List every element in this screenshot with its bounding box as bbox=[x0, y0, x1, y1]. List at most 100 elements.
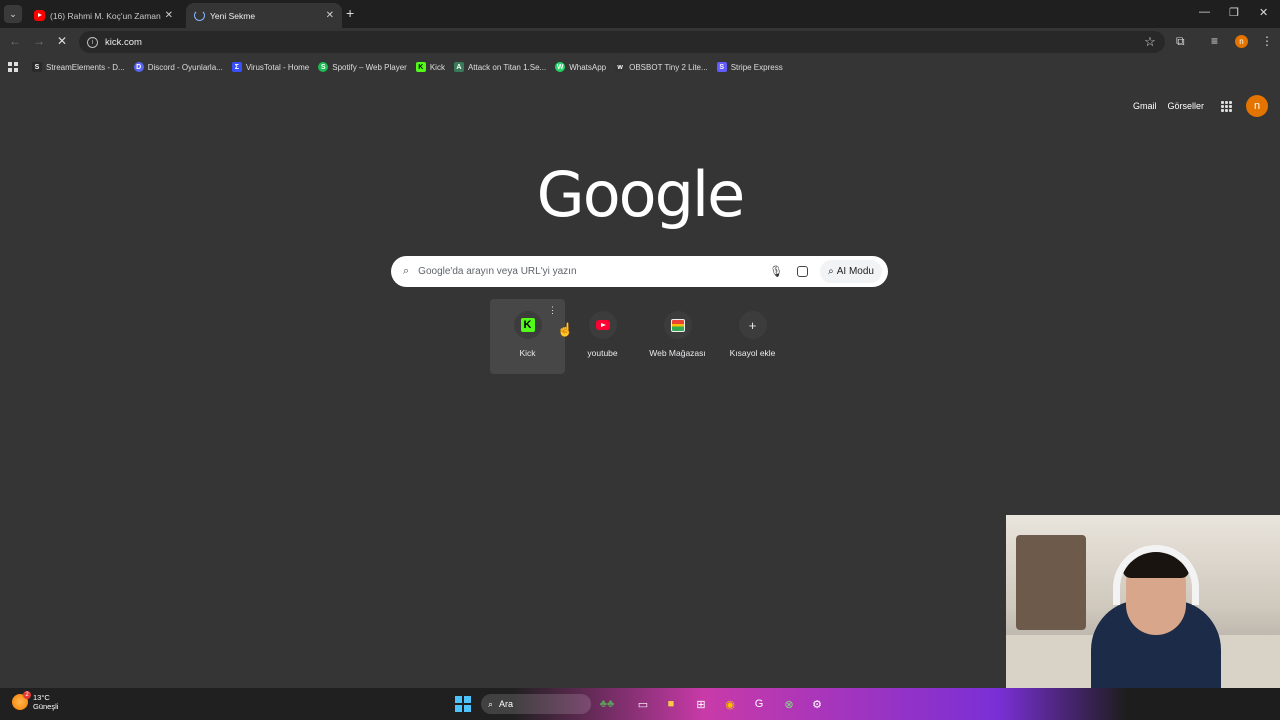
minimize-button[interactable]: — bbox=[1199, 6, 1210, 18]
steam-button[interactable]: ⚙ bbox=[808, 695, 826, 713]
taskbar-search-label: Ara bbox=[499, 699, 514, 709]
gmail-link[interactable]: Gmail bbox=[1133, 101, 1157, 111]
file-explorer-button[interactable]: ■ bbox=[662, 695, 680, 713]
apps-grid-icon[interactable] bbox=[8, 62, 18, 72]
whatsapp-icon: W bbox=[555, 62, 566, 72]
steam-icon: ⚙ bbox=[812, 698, 822, 711]
new-tab-button[interactable]: + bbox=[346, 6, 354, 20]
shortcut-add[interactable]: + Kısayol ekle bbox=[715, 299, 790, 374]
bookmark-spotify[interactable]: S Spotify – Web Player bbox=[318, 62, 407, 72]
profile-avatar[interactable]: n bbox=[1235, 35, 1248, 48]
bookmark-label: StreamElements - D... bbox=[46, 62, 125, 72]
tab-search-button[interactable]: ⌄ bbox=[4, 5, 22, 23]
bookmark-stripe[interactable]: S Stripe Express bbox=[716, 62, 783, 72]
shortcut-web-store[interactable]: Web Mağazası bbox=[640, 299, 715, 374]
close-icon[interactable]: ✕ bbox=[326, 10, 334, 21]
discord-icon: D bbox=[133, 62, 144, 72]
bookmark-streamelements[interactable]: S StreamElements - D... bbox=[32, 62, 125, 72]
tab-title: Yeni Sekme bbox=[210, 10, 256, 21]
shortcut-icon-circle bbox=[588, 311, 617, 339]
google-lens-icon[interactable] bbox=[797, 266, 809, 277]
bookmark-virustotal[interactable]: Σ VirusTotal - Home bbox=[231, 62, 310, 72]
shortcut-kick[interactable]: ⋮ K Kick bbox=[490, 299, 565, 374]
web-store-icon bbox=[670, 318, 685, 332]
bookmark-obsbot[interactable]: w OBSBOT Tiny 2 Lite... bbox=[615, 62, 708, 72]
taskbar-search[interactable]: ⌕ Ara bbox=[481, 694, 591, 714]
close-icon[interactable]: ✕ bbox=[165, 10, 173, 21]
chrome-button[interactable]: ◉ bbox=[721, 695, 739, 713]
ai-mode-label: AI Modu bbox=[836, 266, 874, 277]
logitech-icon: G bbox=[754, 698, 764, 710]
virustotal-icon: Σ bbox=[231, 62, 242, 72]
g-hub-button[interactable]: G bbox=[750, 695, 768, 713]
window-close-button[interactable]: ✕ bbox=[1259, 6, 1268, 19]
aot-icon: A bbox=[453, 62, 464, 72]
bookmark-attack-on-titan[interactable]: A Attack on Titan 1.Se... bbox=[453, 62, 547, 72]
taskbar-widgets[interactable]: ♣♣ bbox=[592, 695, 622, 713]
bookmark-label: VirusTotal - Home bbox=[245, 62, 310, 72]
bookmark-label: Spotify – Web Player bbox=[332, 62, 407, 72]
search-icon: ⌕ bbox=[488, 698, 494, 709]
back-button[interactable]: ← bbox=[9, 34, 21, 48]
bookmark-label: WhatsApp bbox=[569, 62, 607, 72]
search-input[interactable] bbox=[418, 266, 770, 277]
store-button[interactable]: ⊞ bbox=[692, 695, 710, 713]
bookmarks-bar: S StreamElements - D... D Discord - Oyun… bbox=[0, 57, 1280, 77]
bookmark-label: Kick bbox=[429, 62, 445, 72]
xbox-button[interactable]: ⊗ bbox=[780, 695, 798, 713]
kick-icon: K bbox=[415, 62, 426, 72]
shortcut-icon-circle: + bbox=[738, 311, 767, 339]
shortcut-icon-circle: K bbox=[513, 311, 542, 339]
omnibox[interactable]: i kick.com ☆ bbox=[79, 31, 1165, 53]
stripe-icon: S bbox=[716, 62, 727, 72]
bookmark-label: Attack on Titan 1.Se... bbox=[467, 62, 547, 72]
shortcut-label: Kick bbox=[519, 348, 536, 358]
bookmark-star-icon[interactable]: ☆ bbox=[1135, 34, 1165, 50]
weather-widget[interactable]: 2 13°C Güneşli bbox=[12, 691, 59, 711]
chevron-down-icon: ⌄ bbox=[9, 8, 17, 19]
shortcut-label: youtube bbox=[587, 348, 618, 358]
google-header: Gmail Görseller n bbox=[1133, 95, 1268, 117]
restore-button[interactable]: ❐ bbox=[1229, 6, 1239, 19]
store-icon: ⊞ bbox=[696, 698, 706, 711]
tab-youtube[interactable]: (16) Rahmi M. Koç'un Zamanı - ✕ bbox=[26, 3, 181, 28]
stop-loading-button[interactable]: ✕ bbox=[57, 34, 67, 48]
shortcut-label: Kısayol ekle bbox=[729, 348, 776, 358]
youtube-icon bbox=[595, 320, 610, 330]
search-box[interactable]: ⌕ 🎙 ⌕ AI Modu bbox=[391, 256, 888, 287]
kick-icon: K bbox=[520, 318, 535, 332]
forward-button[interactable]: → bbox=[33, 34, 45, 48]
microphone-icon[interactable]: 🎙 bbox=[769, 265, 783, 278]
trees-icon: ♣♣ bbox=[599, 698, 615, 710]
google-logo: Google bbox=[536, 158, 746, 231]
more-options-icon[interactable]: ⋮ bbox=[548, 305, 557, 316]
google-apps-icon[interactable] bbox=[1221, 100, 1232, 112]
site-info-icon[interactable]: i bbox=[87, 36, 98, 48]
ai-mode-button[interactable]: ⌕ AI Modu bbox=[820, 260, 882, 283]
streamelements-icon: S bbox=[32, 62, 42, 72]
menu-icon[interactable]: ⋮ bbox=[1261, 34, 1273, 48]
spotify-icon: S bbox=[318, 62, 329, 72]
omnibox-url: kick.com bbox=[105, 36, 142, 48]
task-view-icon: ▭ bbox=[637, 698, 649, 711]
folder-icon: ■ bbox=[667, 698, 675, 710]
tab-new-tab[interactable]: Yeni Sekme ✕ bbox=[186, 3, 342, 28]
account-avatar[interactable]: n bbox=[1246, 95, 1268, 117]
tab-strip: ⌄ (16) Rahmi M. Koç'un Zamanı - ✕ Yeni S… bbox=[0, 0, 1280, 28]
ai-search-icon: ⌕ bbox=[828, 266, 834, 277]
shortcut-youtube[interactable]: youtube bbox=[565, 299, 640, 374]
notification-badge: 2 bbox=[23, 691, 31, 699]
xbox-icon: ⊗ bbox=[784, 698, 794, 711]
media-controls-icon[interactable]: ≡ bbox=[1211, 34, 1218, 48]
bookmark-label: OBSBOT Tiny 2 Lite... bbox=[629, 62, 708, 72]
headset-icon bbox=[1113, 545, 1199, 605]
extensions-icon[interactable]: ⧉ bbox=[1176, 34, 1185, 49]
bookmark-discord[interactable]: D Discord - Oyunlarla... bbox=[133, 62, 223, 72]
images-link[interactable]: Görseller bbox=[1167, 101, 1204, 111]
task-view-button[interactable]: ▭ bbox=[634, 695, 652, 713]
weather-desc: Güneşli bbox=[33, 702, 59, 711]
loading-spinner-icon bbox=[194, 10, 205, 21]
bookmark-whatsapp[interactable]: W WhatsApp bbox=[555, 62, 606, 72]
start-button[interactable] bbox=[454, 695, 472, 713]
bookmark-kick[interactable]: K Kick bbox=[415, 62, 445, 72]
